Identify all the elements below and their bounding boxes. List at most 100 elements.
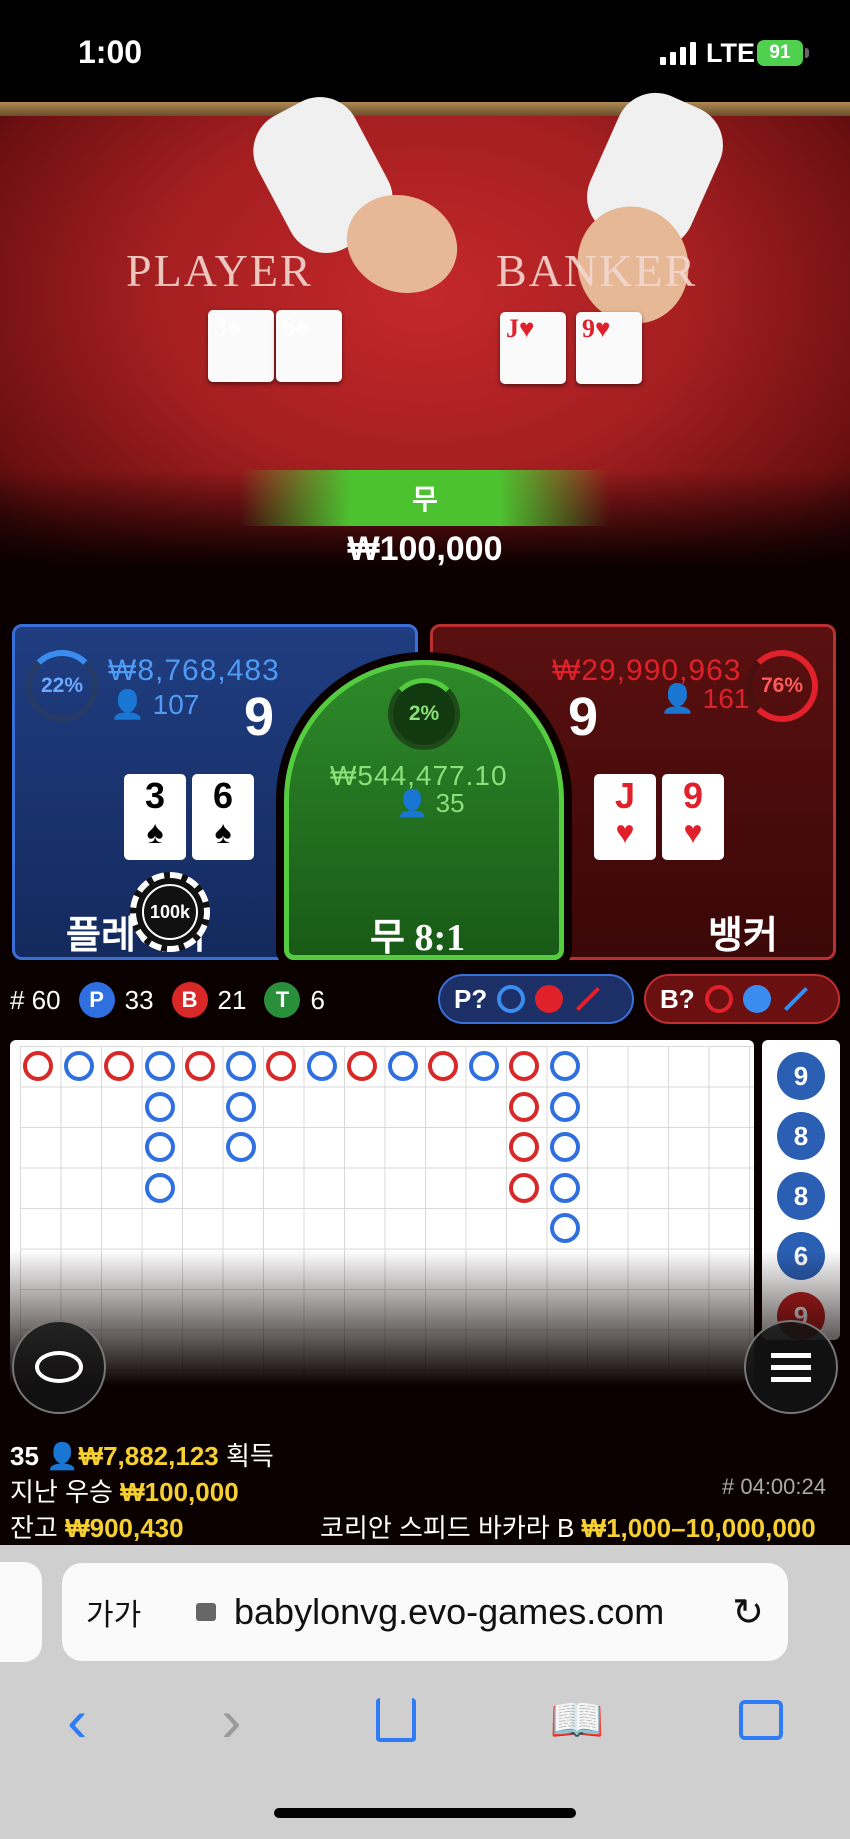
road-bead xyxy=(468,1051,499,1081)
menu-button[interactable] xyxy=(744,1320,838,1414)
banker-label: 뱅커 xyxy=(708,915,778,957)
road-bead xyxy=(144,1051,175,1081)
last-win-label: 지난 우승 xyxy=(10,1477,113,1507)
player-bettors: 👤 107 xyxy=(110,689,200,720)
player-ask-button[interactable]: P? xyxy=(438,974,634,1024)
tie-percent-ring: 2% xyxy=(388,678,460,750)
battery-level: 91 xyxy=(769,42,791,63)
last-win-line: 지난 우승 ₩100,000 xyxy=(10,1472,239,1509)
last-win-amount: ₩100,000 xyxy=(120,1477,239,1507)
browser-nav: ‹ › 📖 xyxy=(0,1680,850,1760)
road-bead xyxy=(225,1132,256,1162)
card-rank: J xyxy=(506,314,519,343)
text-size-button[interactable]: 가가 xyxy=(86,1590,196,1634)
player-percent-ring: 22% xyxy=(26,650,98,722)
back-icon[interactable]: ‹ xyxy=(67,1686,87,1755)
road-bead xyxy=(549,1051,580,1081)
tie-win-icon: T xyxy=(264,982,301,1018)
road-bead xyxy=(509,1172,539,1203)
winners-count: 35 xyxy=(10,1441,39,1471)
table-banker-card-2: 9♥ xyxy=(576,312,642,384)
road-bead xyxy=(185,1051,215,1081)
card-suit: ♠ xyxy=(214,814,232,850)
tie-bettors-count: 35 xyxy=(435,788,465,818)
bookmarks-icon[interactable]: 📖 xyxy=(550,1694,605,1746)
forward-icon[interactable]: › xyxy=(221,1686,241,1755)
network-label: LTE xyxy=(706,38,755,68)
balance-label: 잔고 xyxy=(10,1513,58,1543)
road-bead xyxy=(347,1051,377,1081)
road-fade xyxy=(0,1250,850,1420)
red-dot-icon xyxy=(535,985,564,1013)
card-rank: 6 xyxy=(212,775,234,816)
player-card-2: 6 ♠ xyxy=(192,774,254,860)
banker-win-count: 21 xyxy=(217,984,247,1015)
banker-ask-label: B? xyxy=(660,983,695,1014)
player-percent: 22% xyxy=(40,674,84,697)
previous-tab-preview[interactable] xyxy=(0,1562,42,1662)
shoe-stats: # 60 P 33 B 21 T 6 xyxy=(10,980,325,1020)
banker-card-2: 9 ♥ xyxy=(662,774,724,860)
player-card-1: 3 ♠ xyxy=(124,774,186,860)
chat-button[interactable] xyxy=(12,1320,106,1414)
tabs-icon[interactable] xyxy=(738,1700,783,1740)
person-icon: 👤 xyxy=(46,1441,79,1471)
card-rank: 9 xyxy=(582,314,595,343)
winners-amount: ₩7,882,123 xyxy=(78,1441,219,1471)
road-bead xyxy=(104,1051,134,1081)
card-suit: ♥ xyxy=(595,314,611,343)
tie-bettors: 👤 35 xyxy=(396,788,465,818)
table-info: 코리안 스피드 바카라 B ₩1,000–10,000,000 xyxy=(320,1508,816,1545)
road-bead xyxy=(509,1051,539,1081)
banker-percent-ring: 76% xyxy=(746,650,818,722)
road-bead xyxy=(549,1091,580,1122)
blue-slash-icon xyxy=(783,986,808,1012)
felt-banker-word: BANKER xyxy=(496,245,698,296)
tie-label: 무 8:1 xyxy=(370,917,466,959)
table-limits: ₩1,000–10,000,000 xyxy=(581,1513,816,1543)
card-rank: J xyxy=(614,775,636,816)
tie-percent: 2% xyxy=(408,702,440,725)
balance-amount: ₩900,430 xyxy=(65,1513,184,1543)
road-bead xyxy=(387,1051,418,1081)
winners-suffix: 획득 xyxy=(225,1441,274,1471)
card-suit: ♥ xyxy=(519,314,535,343)
result-label: 무 xyxy=(412,484,438,515)
road-bead xyxy=(549,1172,580,1203)
road-bead xyxy=(266,1051,296,1081)
banker-score: 9 xyxy=(568,687,599,747)
road-bead xyxy=(549,1132,580,1162)
player-win-count: 33 xyxy=(124,984,154,1015)
chat-icon xyxy=(35,1351,83,1383)
chip-100k[interactable]: 100k xyxy=(130,872,210,952)
banker-ask-button[interactable]: B? xyxy=(644,974,840,1024)
chip-value: 100k xyxy=(142,884,198,940)
address-bar[interactable]: 가가 babylonvg.evo-games.com ↻ xyxy=(62,1563,788,1661)
card-rank: 6 xyxy=(282,312,295,341)
signal-icon xyxy=(660,42,696,65)
share-icon[interactable] xyxy=(375,1698,416,1742)
table-player-card-1: 3♠ xyxy=(208,310,274,382)
lock-icon xyxy=(196,1603,216,1621)
card-suit: ♠ xyxy=(227,312,241,341)
card-suit: ♠ xyxy=(295,312,309,341)
card-suit: ♠ xyxy=(146,814,164,850)
game-time: # 04:00:24 xyxy=(722,1474,826,1499)
url-text: babylonvg.evo-games.com xyxy=(234,1591,665,1632)
result-banner: 무 xyxy=(240,470,610,526)
balance-line: 잔고 ₩900,430 xyxy=(10,1508,184,1545)
road-bead xyxy=(225,1091,256,1122)
player-bettors-count: 107 xyxy=(152,689,200,720)
battery-nub xyxy=(805,48,809,58)
player-win-icon: P xyxy=(78,982,115,1018)
blue-dot-icon xyxy=(742,985,771,1013)
card-rank: 3 xyxy=(214,312,227,341)
banker-bettors-count: 161 xyxy=(702,683,750,714)
road-bead xyxy=(509,1132,539,1162)
win-amount: ₩100,000 xyxy=(347,530,503,568)
player-stake: ₩8,768,483 xyxy=(108,654,280,687)
card-suit: ♥ xyxy=(615,814,635,850)
reload-icon[interactable]: ↻ xyxy=(732,1590,764,1635)
card-rank: 9 xyxy=(682,775,704,816)
blue-ring-icon xyxy=(497,985,526,1013)
